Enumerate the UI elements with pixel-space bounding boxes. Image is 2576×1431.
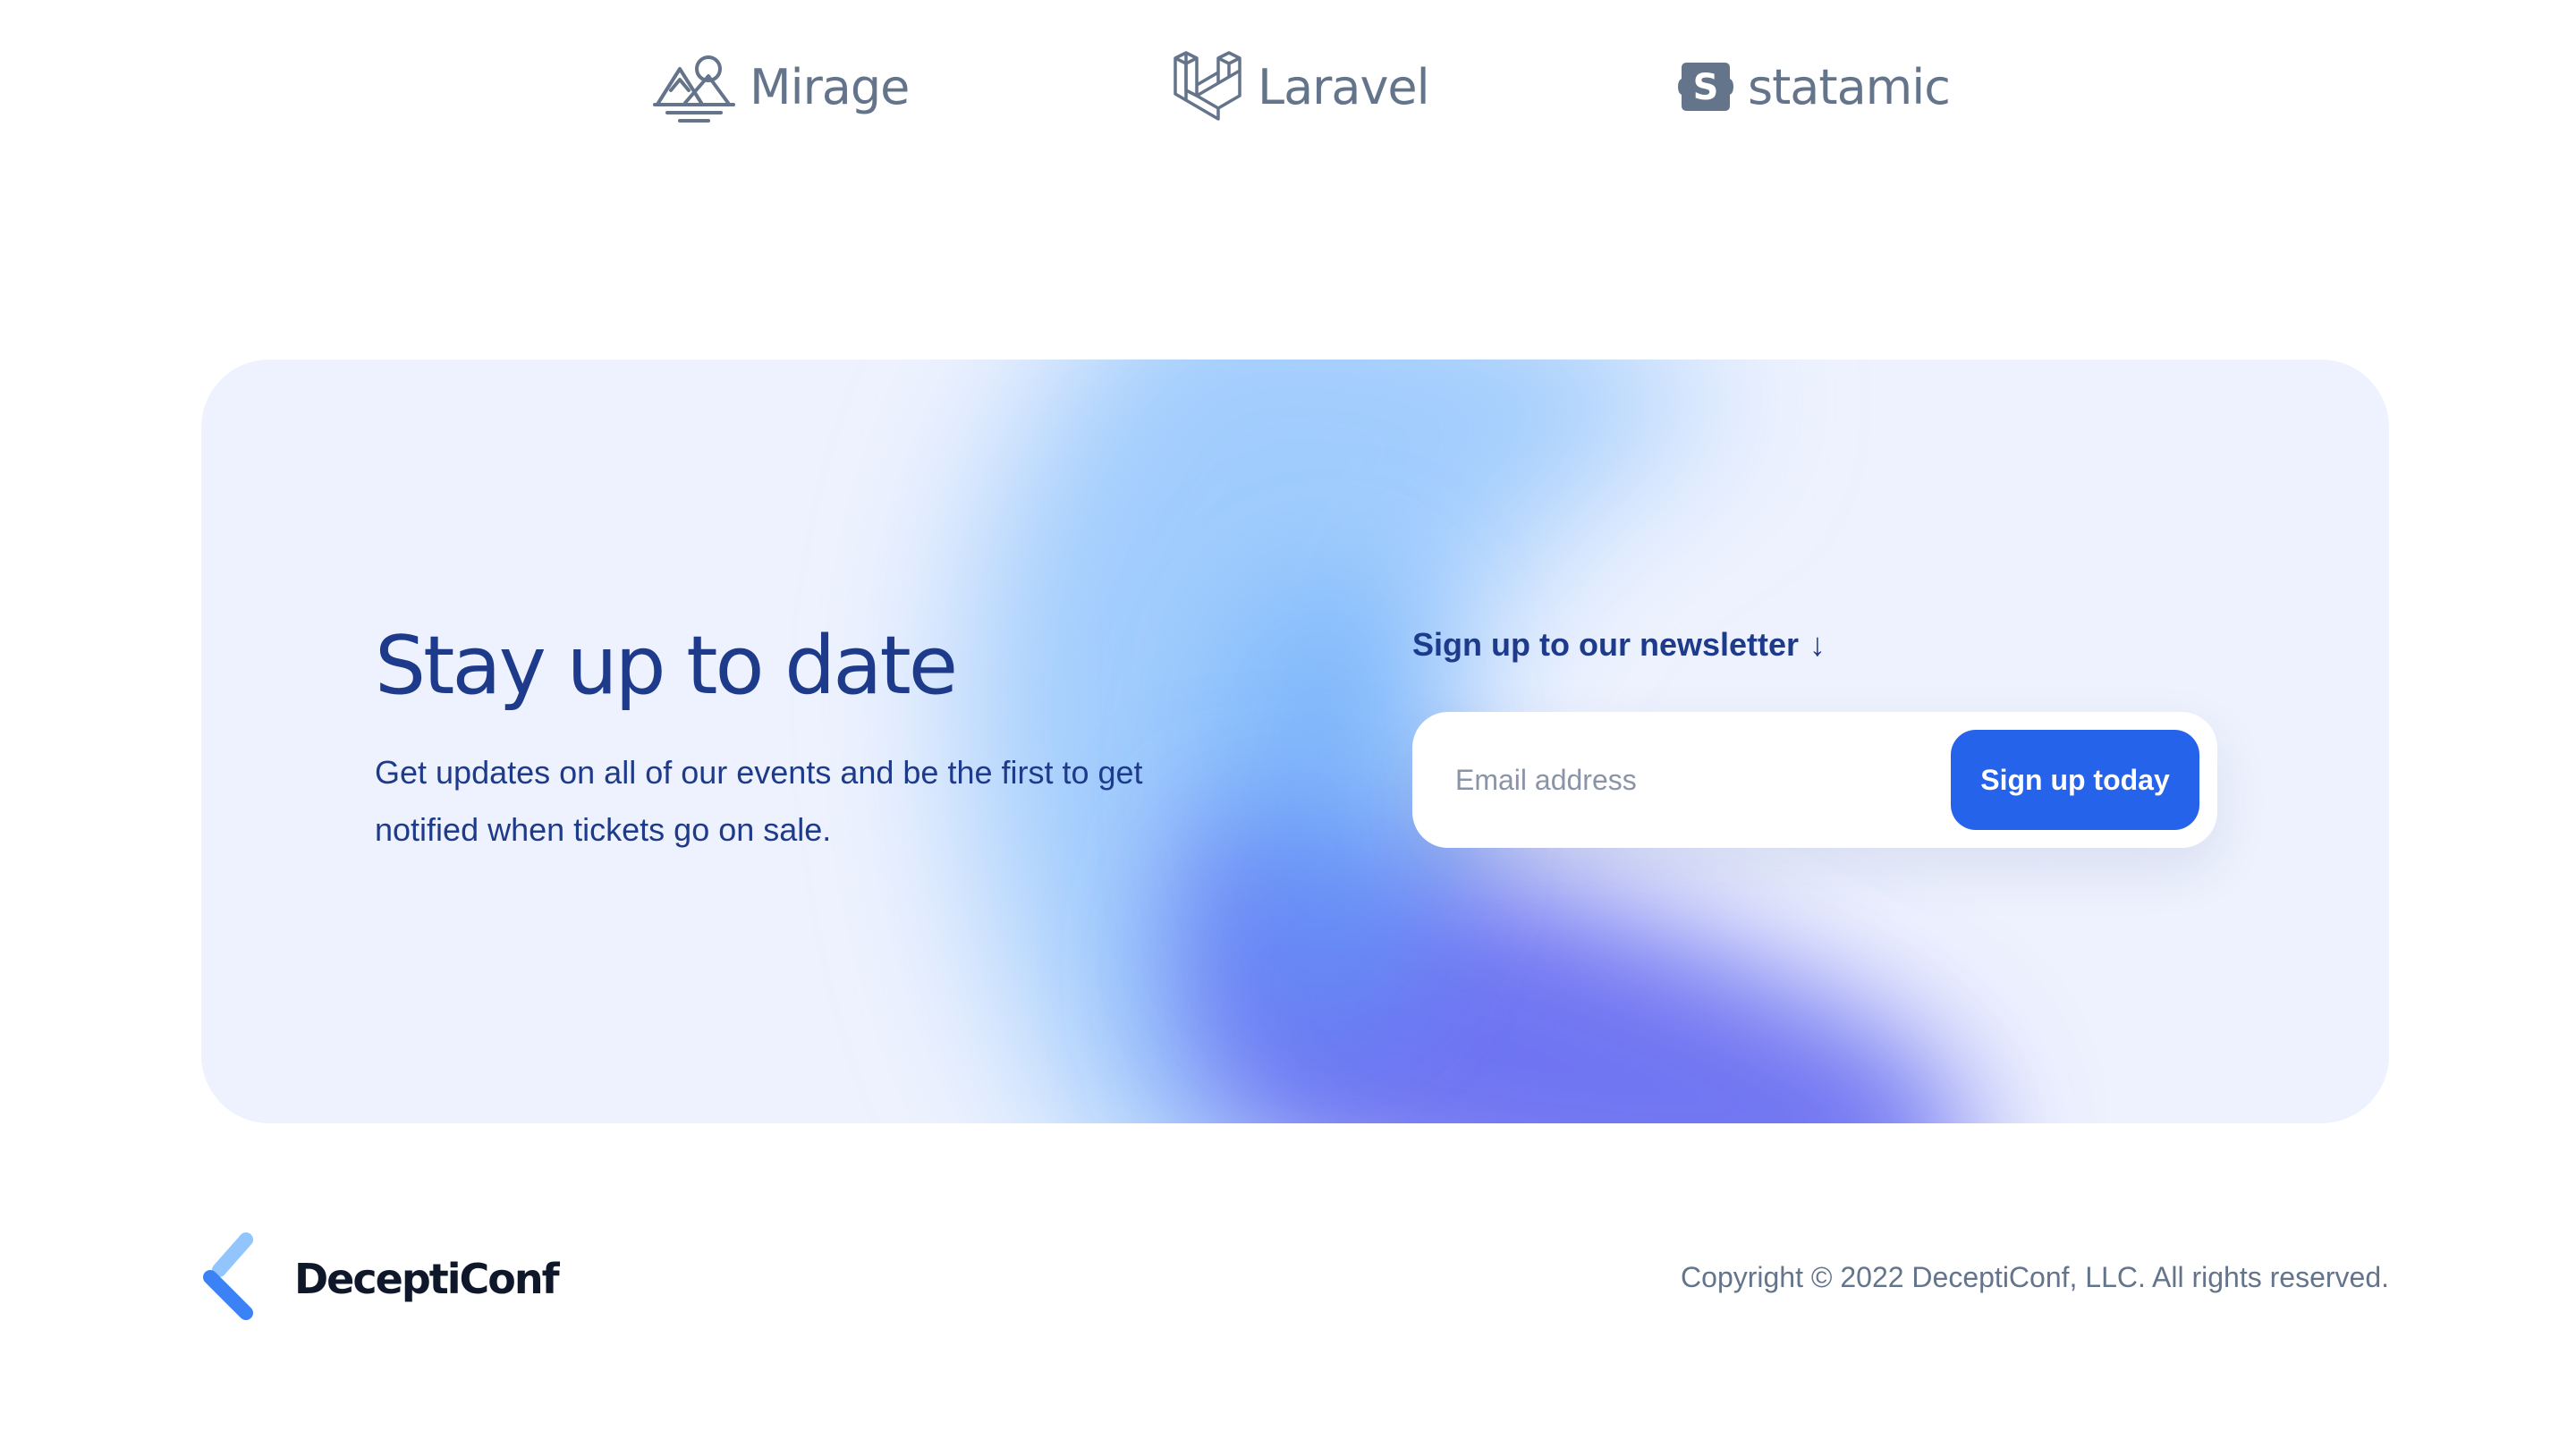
svg-text:S: S — [1693, 67, 1719, 108]
statamic-icon: S — [1678, 59, 1733, 114]
newsletter-signup-label: Sign up to our newsletter ↓ — [1412, 626, 1826, 664]
newsletter-description: Get updates on all of our events and be … — [375, 754, 1143, 848]
sponsor-mirage[interactable]: Mirage — [653, 47, 910, 127]
copyright-text: Copyright © 2022 DeceptiConf, LLC. All r… — [1681, 1261, 2389, 1293]
newsletter-form: Sign up today — [1412, 712, 2217, 848]
sponsor-logos: Mirage Laravel S statamic — [0, 47, 2576, 127]
sponsor-statamic[interactable]: S statamic — [1678, 47, 1951, 127]
sponsor-laravel[interactable]: Laravel — [1172, 47, 1430, 127]
chevron-left-logo-icon — [201, 1232, 257, 1326]
page: Mirage Laravel S statamic Stay up to dat… — [0, 0, 2576, 1431]
newsletter-title: Stay up to date — [375, 619, 958, 713]
arrow-down-icon: ↓ — [1809, 626, 1826, 663]
footer-logo[interactable]: DeceptiConf — [201, 1232, 560, 1326]
newsletter-card: Stay up to date Get updates on all of ou… — [201, 360, 2389, 1123]
laravel-icon — [1172, 49, 1243, 124]
sponsor-mirage-label: Mirage — [750, 58, 910, 115]
newsletter-label-text: Sign up to our newsletter — [1412, 626, 1800, 663]
footer-brand-name: DeceptiConf — [294, 1255, 560, 1303]
email-input[interactable] — [1455, 744, 1920, 816]
sign-up-button[interactable]: Sign up today — [1951, 730, 2199, 830]
sponsor-laravel-label: Laravel — [1258, 58, 1430, 115]
sponsor-statamic-label: statamic — [1748, 58, 1951, 115]
mirage-mountain-icon — [653, 49, 735, 124]
